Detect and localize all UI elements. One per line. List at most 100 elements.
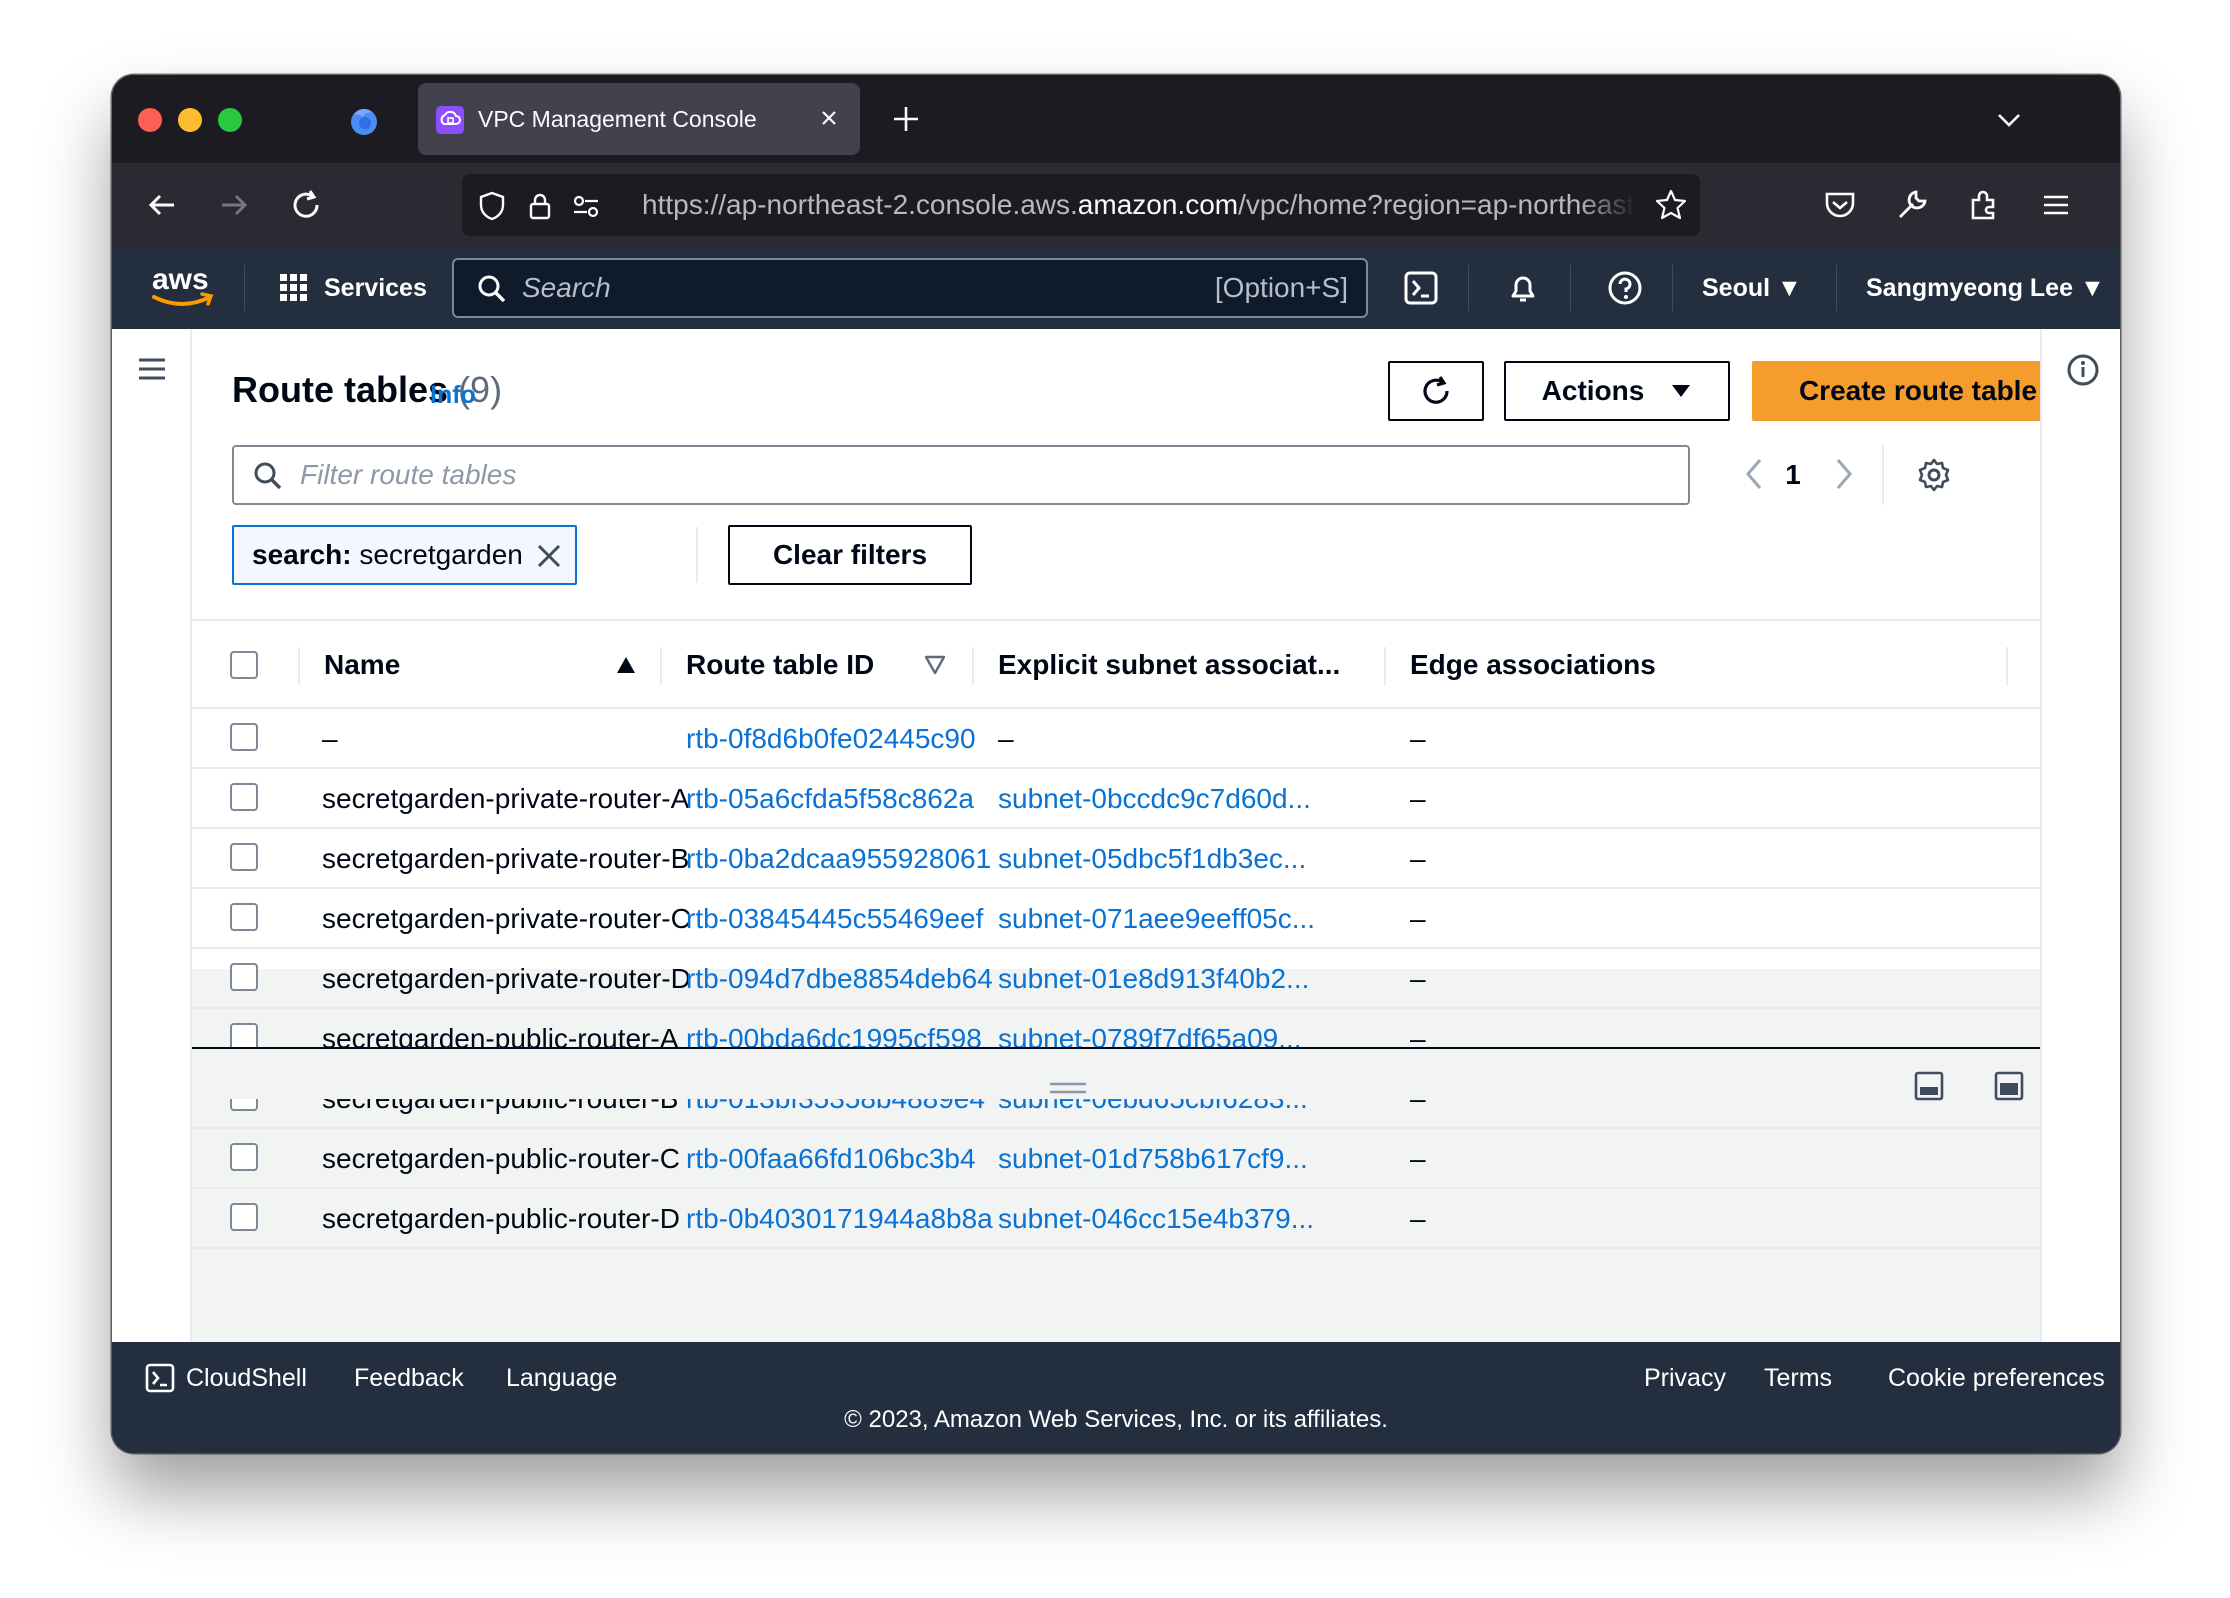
account-menu[interactable]: Sangmyeong Lee ▼ [1866,247,2105,329]
footer-privacy-link[interactable]: Privacy [1644,1358,1726,1398]
row-checkbox[interactable] [230,783,258,811]
tab-title: VPC Management Console [478,106,757,132]
extensions-icon[interactable] [1964,185,2004,225]
route-tables-panel: Route tables (9) Info Actions Create rou… [192,329,2084,1249]
route-table-id-link[interactable]: rtb-03845445c55469eef [686,889,983,949]
panel-side-icon[interactable] [1994,1071,2024,1101]
notifications-bell-icon[interactable] [1504,269,1542,307]
sort-ascending-icon[interactable] [615,655,637,675]
tab-vpc-console[interactable]: VPC Management Console [418,83,860,155]
table-row[interactable]: secretgarden-private-router-C rtb-0384544… [192,889,2040,949]
clear-filters-button[interactable]: Clear filters [728,525,972,585]
gear-icon[interactable] [1916,457,1952,493]
explicit-subnet-association[interactable]: subnet-0bccdc9c7d60d... [998,769,1311,829]
row-checkbox[interactable] [230,1143,258,1171]
info-link[interactable]: Info [430,381,476,410]
edge-association: – [1410,903,1426,934]
row-checkbox[interactable] [230,903,258,931]
aws-logo[interactable]: aws [148,261,218,313]
minimize-window-button[interactable] [178,108,202,132]
bookmark-star-icon[interactable] [1654,188,1688,222]
copyright-text: © 2023, Amazon Web Services, Inc. or its… [844,1406,1388,1433]
column-header-name[interactable]: Name [324,621,400,709]
route-table-name: secretgarden-private-router-B [322,843,690,874]
row-checkbox[interactable] [230,963,258,991]
table-row[interactable]: secretgarden-private-router-D rtb-094d7db… [192,949,2040,1009]
header-divider [1468,265,1469,311]
route-table-id-link[interactable]: rtb-00faa66fd106bc3b4 [686,1129,976,1189]
column-divider [298,647,300,685]
explicit-subnet-association[interactable]: subnet-071aee9eeff05c... [998,889,1315,949]
table-row[interactable]: secretgarden-public-router-D rtb-0b403017… [192,1189,2040,1249]
services-menu-button[interactable]: Services [278,247,427,329]
search-placeholder: Search [522,272,611,303]
reload-icon[interactable] [286,185,326,225]
route-table-id-link[interactable]: rtb-094d7dbe8854deb64 [686,949,993,1009]
route-table-id-link[interactable]: rtb-0f8d6b0fe02445c90 [686,709,976,769]
explicit-subnet-association: – [998,723,1014,754]
url-text[interactable]: https://ap-northeast-2.console.aws.amazo… [642,174,1637,236]
actions-dropdown-button[interactable]: Actions [1504,361,1730,421]
panel-bottom-icon[interactable] [1914,1071,1944,1101]
previous-page-icon[interactable] [1742,457,1766,491]
create-route-table-button[interactable]: Create route table [1752,361,2084,421]
filter-route-tables-input[interactable]: Filter route tables [232,445,1690,505]
table-row[interactable]: secretgarden-public-router-C rtb-00faa66f… [192,1129,2040,1189]
caret-down-icon: ▼ [1777,274,1802,302]
wrench-icon[interactable] [1892,185,1932,225]
footer-terms-link[interactable]: Terms [1764,1358,1832,1398]
hamburger-menu-icon[interactable] [136,353,168,385]
footer-cloudshell-button[interactable]: CloudShell [144,1358,307,1398]
table-row[interactable]: – rtb-0f8d6b0fe02445c90– – [192,709,2040,769]
row-checkbox[interactable] [230,843,258,871]
list-all-tabs-icon[interactable] [1994,105,2024,135]
console-footer: CloudShell Feedback Language Privacy Ter… [112,1342,2120,1453]
sort-descending-icon[interactable] [924,655,946,675]
region-selector[interactable]: Seoul ▼ [1702,247,1802,329]
footer-cookie-preferences-link[interactable]: Cookie preferences [1888,1358,2105,1398]
row-checkbox[interactable] [230,1203,258,1231]
tracking-protection-icon[interactable] [476,190,508,222]
back-icon[interactable] [142,185,182,225]
current-page-number[interactable]: 1 [1770,447,1816,503]
permissions-icon[interactable] [570,190,602,222]
explicit-subnet-association[interactable]: subnet-05dbc5f1db3ec... [998,829,1306,889]
help-icon[interactable] [1606,269,1644,307]
column-header-route-table-id[interactable]: Route table ID [686,621,874,709]
remove-filter-icon[interactable] [535,542,563,570]
close-window-button[interactable] [138,108,162,132]
lock-icon[interactable] [524,190,556,222]
aws-search-input[interactable]: Search [Option+S] [452,258,1368,318]
close-tab-icon[interactable] [814,103,844,133]
resize-handle-icon[interactable] [1048,1081,1088,1095]
explicit-subnet-association[interactable]: subnet-01e8d913f40b2... [998,949,1309,1009]
route-table-name: secretgarden-public-router-D [322,1203,680,1234]
route-table-id-link[interactable]: rtb-0ba2dcaa955928061 [686,829,991,889]
explicit-subnet-association[interactable]: subnet-01d758b617cf9... [998,1129,1308,1189]
table-row[interactable]: secretgarden-private-router-A rtb-05a6cfd… [192,769,2040,829]
address-bar[interactable]: https://ap-northeast-2.console.aws.amazo… [462,174,1700,236]
route-table-name: secretgarden-public-router-C [322,1143,680,1174]
filter-token[interactable]: search: secretgarden [232,525,577,585]
next-page-icon[interactable] [1832,457,1856,491]
route-table-id-link[interactable]: rtb-05a6cfda5f58c862a [686,769,974,829]
route-table-id-link[interactable]: rtb-0b4030171944a8b8a [686,1189,993,1249]
column-header-explicit-subnet[interactable]: Explicit subnet associat... [998,621,1340,709]
footer-language-link[interactable]: Language [506,1358,617,1398]
info-circle-icon[interactable] [2066,353,2100,387]
pocket-icon[interactable] [1820,185,1860,225]
new-tab-icon[interactable] [888,101,924,137]
firefox-view-icon[interactable] [348,105,380,137]
table-row[interactable]: secretgarden-private-router-B rtb-0ba2dca… [192,829,2040,889]
column-header-edge-associations[interactable]: Edge associations [1410,621,1656,709]
cloudshell-icon[interactable] [1402,269,1440,307]
forward-icon[interactable] [214,185,254,225]
explicit-subnet-association[interactable]: subnet-046cc15e4b379... [998,1189,1314,1249]
zoom-window-button[interactable] [218,108,242,132]
menu-icon[interactable] [2036,185,2076,225]
browser-window: VPC Management Console https://ap-northe… [112,75,2120,1453]
row-checkbox[interactable] [230,723,258,751]
select-all-checkbox[interactable] [230,651,258,679]
footer-feedback-link[interactable]: Feedback [354,1358,464,1398]
refresh-button[interactable] [1388,361,1484,421]
